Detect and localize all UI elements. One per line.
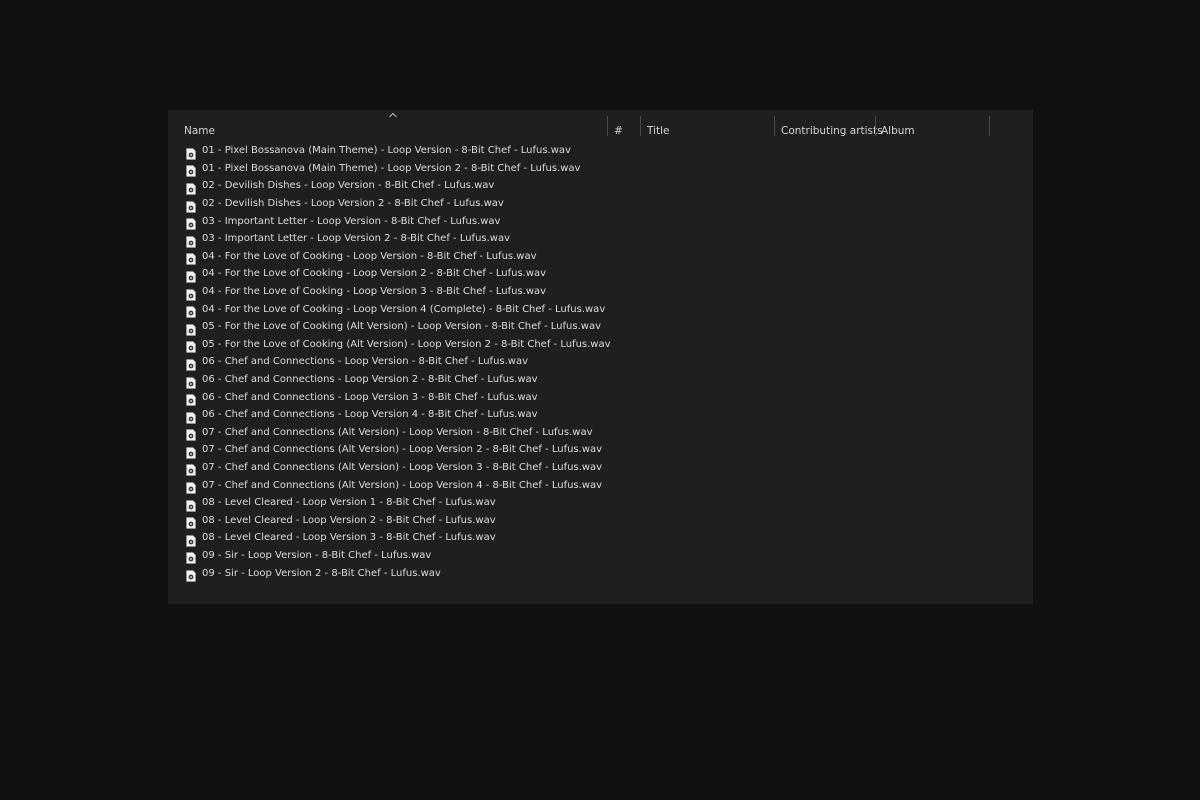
file-row[interactable]: 05 - For the Love of Cooking (Alt Versio… [186, 336, 1026, 354]
file-row[interactable]: 03 - Important Letter - Loop Version - 8… [186, 212, 1026, 230]
file-name: 06 - Chef and Connections - Loop Version… [202, 391, 538, 403]
file-name: 04 - For the Love of Cooking - Loop Vers… [202, 303, 606, 315]
audio-file-icon [186, 215, 196, 230]
audio-file-icon [186, 461, 196, 477]
audio-file-icon [186, 250, 196, 266]
file-name: 05 - For the Love of Cooking (Alt Versio… [202, 338, 611, 350]
column-divider[interactable] [640, 116, 641, 136]
audio-file-icon [186, 338, 196, 354]
audio-file-icon [186, 145, 196, 160]
audio-file-icon [186, 321, 196, 336]
file-row[interactable]: 08 - Level Cleared - Loop Version 2 - 8-… [186, 511, 1026, 530]
file-name: 06 - Chef and Connections - Loop Version… [202, 356, 529, 368]
file-row[interactable]: 06 - Chef and Connections - Loop Version… [186, 388, 1026, 406]
audio-file-icon [186, 567, 196, 582]
file-row[interactable]: 02 - Devilish Dishes - Loop Version 2 - … [186, 195, 1026, 213]
column-divider[interactable] [875, 116, 876, 136]
file-row[interactable]: 07 - Chef and Connections (Alt Version) … [186, 459, 1026, 477]
file-name: 03 - Important Letter - Loop Version - 8… [202, 215, 501, 227]
file-name: 07 - Chef and Connections (Alt Version) … [202, 479, 603, 491]
file-name: 02 - Devilish Dishes - Loop Version - 8-… [202, 180, 495, 192]
file-name: 01 - Pixel Bossanova (Main Theme) - Loop… [202, 145, 571, 157]
file-row[interactable]: 04 - For the Love of Cooking - Loop Vers… [186, 248, 1026, 266]
audio-file-icon [186, 426, 196, 442]
file-row[interactable]: 04 - For the Love of Cooking - Loop Vers… [186, 265, 1026, 283]
file-name: 06 - Chef and Connections - Loop Version… [202, 409, 538, 421]
audio-file-icon [186, 497, 196, 512]
file-row[interactable]: 06 - Chef and Connections - Loop Version… [186, 406, 1026, 424]
file-name: 01 - Pixel Bossanova (Main Theme) - Loop… [202, 162, 581, 174]
file-name: 05 - For the Love of Cooking (Alt Versio… [202, 321, 601, 333]
audio-file-icon [186, 374, 196, 389]
audio-file-icon [186, 549, 196, 565]
file-row[interactable]: 07 - Chef and Connections (Alt Version) … [186, 424, 1026, 442]
file-row[interactable]: 09 - Sir - Loop Version 2 - 8-Bit Chef -… [186, 564, 1026, 582]
file-name: 04 - For the Love of Cooking - Loop Vers… [202, 250, 537, 262]
audio-file-icon [186, 233, 196, 248]
file-name: 07 - Chef and Connections (Alt Version) … [202, 426, 593, 438]
audio-file-icon [186, 162, 196, 178]
column-divider[interactable] [607, 116, 608, 136]
audio-file-icon [186, 514, 196, 530]
file-row[interactable]: 04 - For the Love of Cooking - Loop Vers… [186, 300, 1026, 318]
column-divider[interactable] [774, 116, 775, 136]
audio-file-icon [186, 303, 196, 318]
file-list-panel: Name # Title Contributing artists Album … [168, 110, 1033, 604]
audio-file-icon [186, 391, 196, 406]
audio-file-icon [186, 479, 196, 494]
file-row[interactable]: 06 - Chef and Connections - Loop Version… [186, 353, 1026, 371]
file-row[interactable]: 01 - Pixel Bossanova (Main Theme) - Loop… [186, 160, 1026, 178]
file-row[interactable]: 07 - Chef and Connections (Alt Version) … [186, 476, 1026, 494]
file-name: 06 - Chef and Connections - Loop Version… [202, 374, 538, 386]
audio-file-icon [186, 532, 196, 547]
file-row[interactable]: 04 - For the Love of Cooking - Loop Vers… [186, 283, 1026, 301]
file-name: 07 - Chef and Connections (Alt Version) … [202, 461, 603, 473]
sort-ascending-icon [389, 112, 397, 118]
file-row[interactable]: 07 - Chef and Connections (Alt Version) … [186, 441, 1026, 459]
audio-file-icon [186, 409, 196, 424]
file-name: 02 - Devilish Dishes - Loop Version 2 - … [202, 198, 504, 210]
file-name: 08 - Level Cleared - Loop Version 2 - 8-… [202, 514, 496, 526]
file-row[interactable]: 08 - Level Cleared - Loop Version 3 - 8-… [186, 529, 1026, 547]
file-row[interactable]: 05 - For the Love of Cooking (Alt Versio… [186, 318, 1026, 336]
file-name: 09 - Sir - Loop Version 2 - 8-Bit Chef -… [202, 567, 441, 579]
file-row[interactable]: 03 - Important Letter - Loop Version 2 -… [186, 230, 1026, 248]
file-row[interactable]: 02 - Devilish Dishes - Loop Version - 8-… [186, 177, 1026, 195]
audio-file-icon [186, 444, 196, 459]
file-row[interactable]: 06 - Chef and Connections - Loop Version… [186, 371, 1026, 389]
file-name: 04 - For the Love of Cooking - Loop Vers… [202, 286, 547, 298]
audio-file-icon [186, 180, 196, 195]
file-name: 04 - For the Love of Cooking - Loop Vers… [202, 268, 547, 280]
file-name: 09 - Sir - Loop Version - 8-Bit Chef - L… [202, 549, 432, 561]
file-name: 08 - Level Cleared - Loop Version 3 - 8-… [202, 532, 496, 544]
file-name: 08 - Level Cleared - Loop Version 1 - 8-… [202, 497, 496, 509]
column-header-row: Name # Title Contributing artists Album [168, 110, 1033, 144]
file-name: 07 - Chef and Connections (Alt Version) … [202, 444, 603, 456]
file-row[interactable]: 09 - Sir - Loop Version - 8-Bit Chef - L… [186, 547, 1026, 565]
audio-file-icon [186, 198, 196, 213]
audio-file-icon [186, 268, 196, 283]
file-row[interactable]: 01 - Pixel Bossanova (Main Theme) - Loop… [186, 142, 1026, 160]
file-list: 01 - Pixel Bossanova (Main Theme) - Loop… [186, 142, 1026, 582]
file-name: 03 - Important Letter - Loop Version 2 -… [202, 233, 511, 245]
audio-file-icon [186, 286, 196, 301]
column-divider[interactable] [989, 116, 990, 136]
file-row[interactable]: 08 - Level Cleared - Loop Version 1 - 8-… [186, 494, 1026, 512]
audio-file-icon [186, 356, 196, 371]
